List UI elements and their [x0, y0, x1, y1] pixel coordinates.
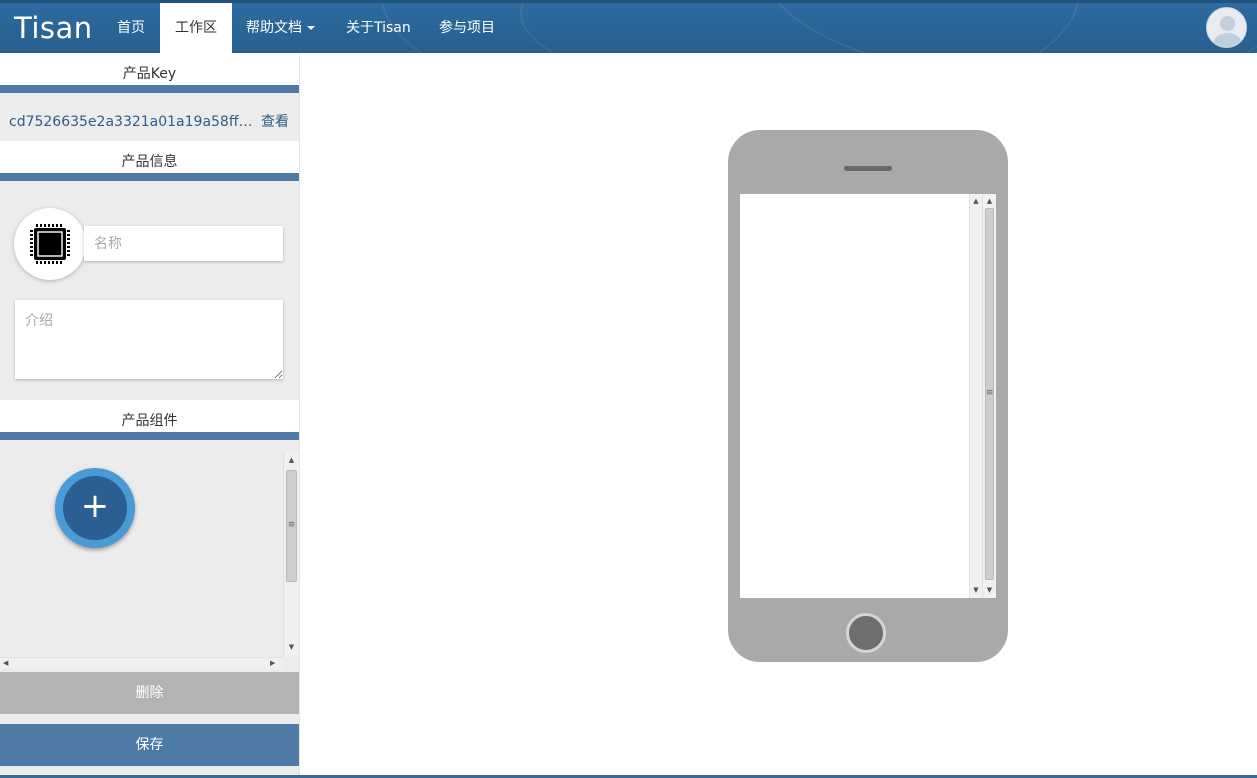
scroll-down-arrow-icon[interactable]: ▼	[983, 586, 996, 594]
scroll-right-arrow-icon[interactable]: ▶	[270, 659, 275, 667]
caret-down-icon	[307, 26, 315, 30]
nav-help-docs[interactable]: 帮助文档	[231, 3, 330, 53]
phone-home-button[interactable]	[846, 613, 886, 653]
components-horizontal-scrollbar[interactable]: ◀ ▶	[0, 657, 283, 669]
phone-preview: ▲ ▼ ▲ ≡ ▼	[728, 130, 1008, 662]
scroll-down-arrow-icon[interactable]: ▼	[284, 643, 299, 651]
delete-button[interactable]: 删除	[0, 672, 299, 714]
phone-speaker	[844, 166, 892, 171]
sidebar: 产品Key cd7526635e2a3321a01a19a58ffae4... …	[0, 53, 299, 775]
scrollbar-thumb[interactable]: ≡	[985, 208, 994, 580]
product-icon-picker[interactable]	[14, 208, 86, 280]
nav-about[interactable]: 关于Tisan	[331, 3, 426, 53]
nav-help-docs-label: 帮助文档	[246, 20, 302, 36]
product-key-header: 产品Key	[0, 53, 299, 93]
scroll-left-arrow-icon[interactable]: ◀	[3, 659, 8, 667]
components-vertical-scrollbar[interactable]: ▲ ≡ ▼	[283, 452, 299, 657]
scrollbar-grip-icon: ≡	[986, 388, 994, 398]
chip-icon	[30, 224, 70, 264]
product-components-header: 产品组件	[0, 400, 299, 440]
add-component-button[interactable]: +	[55, 468, 135, 548]
user-avatar-icon[interactable]	[1206, 7, 1247, 48]
nav-home[interactable]: 首页	[102, 3, 160, 53]
scrollbar-grip-icon: ≡	[287, 520, 296, 530]
product-key-row: cd7526635e2a3321a01a19a58ffae4... 查看	[0, 101, 299, 141]
screen-vertical-scrollbar[interactable]: ▲ ≡ ▼	[982, 194, 996, 598]
components-area: +	[0, 452, 299, 672]
nav-join-project[interactable]: 参与项目	[424, 3, 510, 53]
product-info-header: 产品信息	[0, 141, 299, 181]
sidebar-divider	[299, 53, 300, 775]
scroll-up-arrow-icon[interactable]: ▲	[970, 197, 982, 205]
scroll-down-arrow-icon[interactable]: ▼	[970, 586, 982, 594]
product-key-value: cd7526635e2a3321a01a19a58ffae4...	[9, 114, 255, 130]
save-button[interactable]: 保存	[0, 724, 299, 766]
scrollbar-thumb[interactable]: ≡	[286, 470, 297, 582]
nav-workspace[interactable]: 工作区	[160, 3, 232, 53]
plus-icon: +	[63, 476, 127, 540]
avatar-body	[1213, 33, 1242, 47]
screen-inner-scrollbar[interactable]: ▲ ▼	[969, 194, 982, 598]
product-name-input[interactable]	[84, 226, 283, 261]
brand-logo[interactable]: Tisan	[14, 5, 93, 51]
view-key-link[interactable]: 查看	[261, 101, 289, 143]
avatar-head	[1220, 16, 1235, 31]
product-intro-textarea[interactable]	[15, 300, 283, 379]
scroll-up-arrow-icon[interactable]: ▲	[284, 456, 299, 464]
phone-screen[interactable]: ▲ ▼ ▲ ≡ ▼	[740, 194, 996, 598]
top-navbar: Tisan 首页 工作区 帮助文档 关于Tisan 参与项目	[0, 0, 1257, 53]
scroll-up-arrow-icon[interactable]: ▲	[983, 197, 996, 205]
